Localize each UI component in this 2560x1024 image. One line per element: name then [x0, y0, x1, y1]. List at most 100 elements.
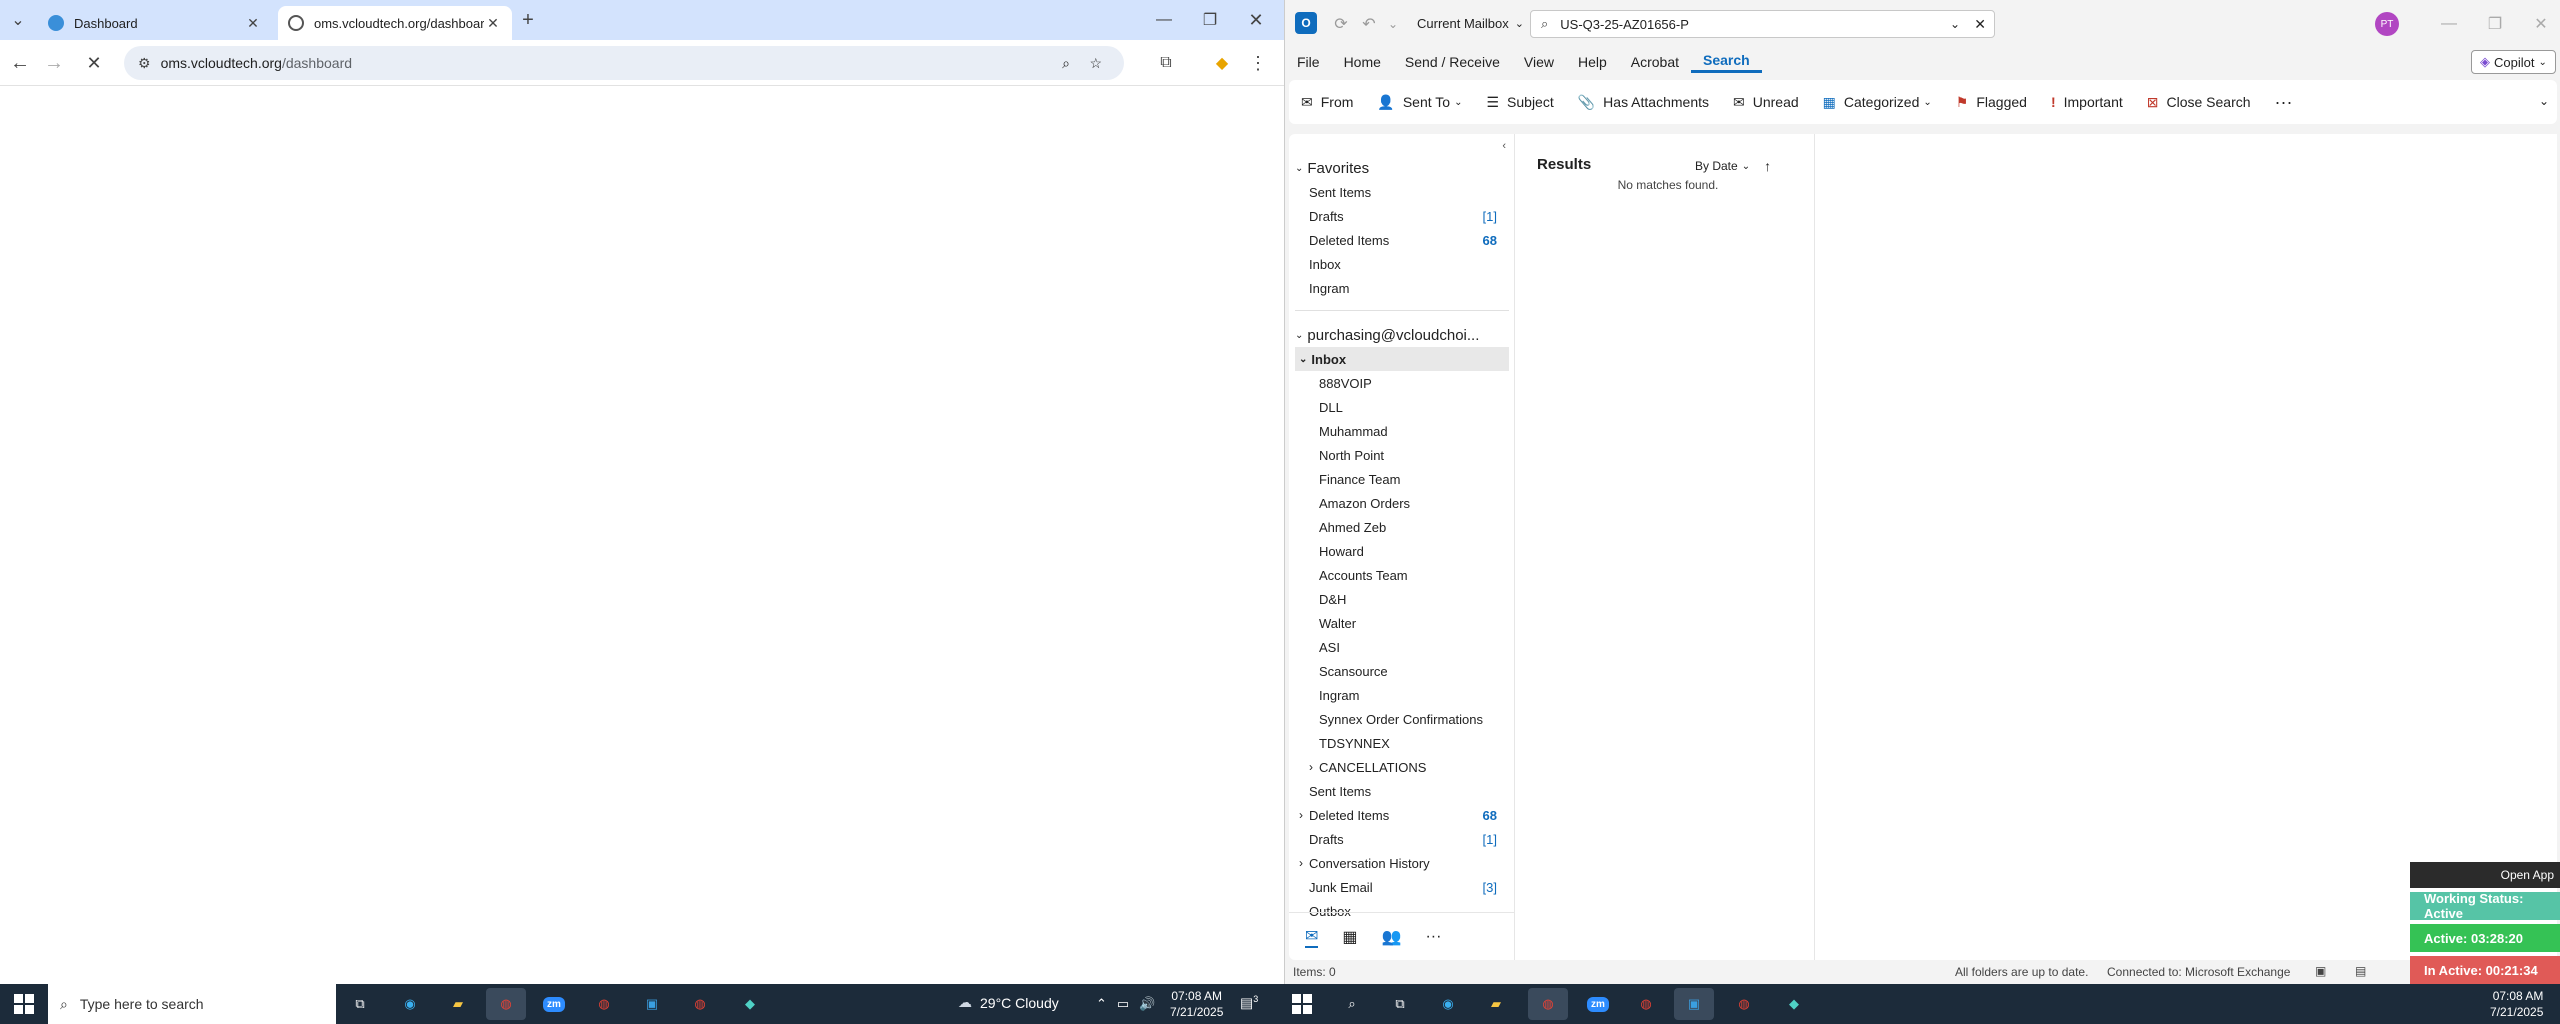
chrome-profile-icon[interactable]: ◍ — [584, 988, 624, 1020]
restore-icon[interactable]: ❐ — [1196, 6, 1224, 34]
remote-chrome-icon[interactable]: ◍ — [1528, 988, 1568, 1020]
bookmark-star-icon[interactable]: ☆ — [1089, 55, 1102, 72]
volume-icon[interactable]: 🔊 — [1139, 996, 1155, 1012]
has-attachments-button[interactable]: 📎 Has Attachments — [1566, 80, 1721, 124]
avatar[interactable]: PT — [2375, 12, 2399, 36]
sort-direction-icon[interactable]: ↑ — [1764, 158, 1771, 174]
inbox-subfolder[interactable]: Finance Team — [1295, 467, 1509, 491]
zoom-app-icon[interactable]: zm — [534, 988, 574, 1020]
inbox-subfolder[interactable]: Synnex Order Confirmations — [1295, 707, 1509, 731]
account-folder[interactable]: › Deleted Items 68 — [1295, 803, 1509, 827]
inbox-subfolder[interactable]: Walter — [1295, 611, 1509, 635]
edge-icon[interactable]: ◉ — [390, 988, 430, 1020]
open-app-button[interactable]: Open App — [2410, 862, 2560, 888]
fav-deleted-items[interactable]: Deleted Items 68 — [1295, 228, 1509, 252]
extension-badge-icon[interactable]: ◆ — [1208, 49, 1236, 77]
tab-send-receive[interactable]: Send / Receive — [1393, 54, 1512, 70]
search-input[interactable]: US-Q3-25-AZ01656-P — [1560, 17, 1689, 32]
new-tab-icon[interactable]: + — [514, 6, 542, 34]
inbox-subfolder[interactable]: DLL — [1295, 395, 1509, 419]
account-folder[interactable]: Sent Items — [1295, 779, 1509, 803]
tab-dashboard[interactable]: Dashboard ✕ — [38, 6, 272, 40]
folder-inbox[interactable]: ⌄ Inbox — [1295, 347, 1509, 371]
fav-ingram[interactable]: Ingram — [1295, 276, 1509, 300]
clear-search-icon[interactable]: ✕ — [1974, 16, 1986, 33]
subject-button[interactable]: ☰ Subject — [1474, 80, 1565, 124]
outlook-taskbar-icon[interactable]: ▣ — [632, 988, 672, 1020]
important-button[interactable]: ! Important — [2039, 80, 2135, 124]
more-menu-icon[interactable]: ⋮ — [1244, 49, 1272, 77]
account-folder[interactable]: Drafts [1] — [1295, 827, 1509, 851]
restore-icon[interactable]: ❐ — [2481, 10, 2509, 38]
chevron-right-icon[interactable]: › — [1309, 760, 1313, 774]
inbox-subfolder[interactable]: 888VOIP — [1295, 371, 1509, 395]
remote-zoom-icon[interactable]: zm — [1578, 988, 1618, 1020]
remote-app-icon[interactable]: ◆ — [1774, 988, 1814, 1020]
fav-sent-items[interactable]: Sent Items — [1295, 180, 1509, 204]
weather-widget[interactable]: ☁ 29°C Cloudy — [958, 994, 1059, 1011]
people-icon[interactable]: 👥 — [1382, 927, 1402, 947]
taskbar-search[interactable]: ⌕ Type here to search — [48, 984, 336, 1024]
sync-icon[interactable]: ⟳ — [1327, 10, 1355, 38]
tab-home[interactable]: Home — [1332, 54, 1393, 70]
tab-help[interactable]: Help — [1566, 54, 1619, 70]
inbox-subfolder[interactable]: TDSYNNEX — [1295, 731, 1509, 755]
sort-dropdown[interactable]: By Date ⌄ ↑ — [1695, 158, 1771, 174]
remote-chrome-profile-icon[interactable]: ◍ — [1626, 988, 1666, 1020]
address-bar[interactable]: ⚙ oms.vcloudtech.org/dashboard ⌕ ☆ — [124, 46, 1124, 80]
inbox-subfolder[interactable]: Amazon Orders — [1295, 491, 1509, 515]
account-folder[interactable]: › Conversation History — [1295, 851, 1509, 875]
remote-clock[interactable]: 07:08 AM 7/21/2025 — [2490, 988, 2543, 1020]
sent-to-button[interactable]: 👤 Sent To ⌄ — [1365, 80, 1474, 124]
tab-search-chevron-icon[interactable]: ⌄ — [4, 6, 32, 34]
inbox-subfolder[interactable]: Muhammad — [1295, 419, 1509, 443]
calendar-icon[interactable]: ▦ — [1342, 927, 1357, 947]
collapse-pane-icon[interactable]: ‹ — [1502, 140, 1506, 152]
from-button[interactable]: ✉ From — [1289, 80, 1365, 124]
minimize-icon[interactable]: — — [1150, 6, 1178, 34]
file-explorer-icon[interactable]: ▰ — [438, 988, 478, 1020]
tab-file[interactable]: File — [1285, 54, 1332, 70]
remote-outlook-icon[interactable]: ▣ — [1674, 988, 1714, 1020]
close-window-icon[interactable]: ✕ — [1242, 6, 1270, 34]
inbox-subfolder[interactable]: Ingram — [1295, 683, 1509, 707]
remote-search-icon[interactable]: ⌕ — [1332, 988, 1372, 1020]
chrome-icon[interactable]: ◍ — [486, 988, 526, 1020]
inbox-subfolder[interactable]: ASI — [1295, 635, 1509, 659]
site-info-icon[interactable]: ⚙ — [138, 55, 151, 72]
forward-icon[interactable]: → — [40, 49, 68, 77]
remote-edge-icon[interactable]: ◉ — [1428, 988, 1468, 1020]
tab-acrobat[interactable]: Acrobat — [1619, 54, 1691, 70]
more-commands-icon[interactable]: ··· — [2263, 80, 2305, 124]
chevron-right-icon[interactable]: › — [1299, 808, 1303, 822]
tab-view[interactable]: View — [1512, 54, 1566, 70]
chrome-profile-2-icon[interactable]: ◍ — [680, 988, 720, 1020]
task-view-icon[interactable]: ⧉ — [340, 988, 380, 1020]
tab-search[interactable]: Search — [1691, 52, 1762, 73]
tray-chevron-icon[interactable]: ⌃ — [1096, 996, 1107, 1012]
app-icon[interactable]: ◆ — [730, 988, 770, 1020]
favorites-header[interactable]: ⌄ Favorites — [1295, 156, 1509, 180]
categorized-button[interactable]: ▦ Categorized ⌄ — [1811, 80, 1944, 124]
reading-view-icon[interactable]: ▤ — [2355, 964, 2366, 978]
inbox-subfolder[interactable]: North Point — [1295, 443, 1509, 467]
notifications-icon[interactable]: ▤3 — [1240, 994, 1258, 1012]
minimize-icon[interactable]: — — [2435, 10, 2463, 38]
mail-icon[interactable]: ✉ — [1305, 926, 1319, 948]
collapse-ribbon-icon[interactable]: ⌄ — [2539, 94, 2549, 108]
flagged-button[interactable]: ⚑ Flagged — [1944, 80, 2039, 124]
tab-oms-dashboard[interactable]: oms.vcloudtech.org/dashboard ✕ — [278, 6, 512, 40]
inbox-subfolder[interactable]: Accounts Team — [1295, 563, 1509, 587]
unread-button[interactable]: ✉ Unread — [1721, 80, 1811, 124]
remote-start-icon[interactable] — [1292, 994, 1312, 1014]
chevron-right-icon[interactable]: › — [1299, 856, 1303, 870]
zoom-icon[interactable]: ⌕ — [1062, 55, 1070, 72]
close-window-icon[interactable]: ✕ — [2527, 10, 2555, 38]
stop-loading-icon[interactable]: ✕ — [80, 49, 108, 77]
remote-file-explorer-icon[interactable]: ▰ — [1476, 988, 1516, 1020]
inbox-subfolder[interactable]: D&H — [1295, 587, 1509, 611]
copilot-button[interactable]: ◈ Copilot ⌄ — [2471, 50, 2556, 74]
remote-task-view-icon[interactable]: ⧉ — [1380, 988, 1420, 1020]
inbox-subfolder[interactable]: › CANCELLATIONS — [1295, 755, 1509, 779]
extensions-icon[interactable]: ⧉ — [1152, 49, 1180, 77]
